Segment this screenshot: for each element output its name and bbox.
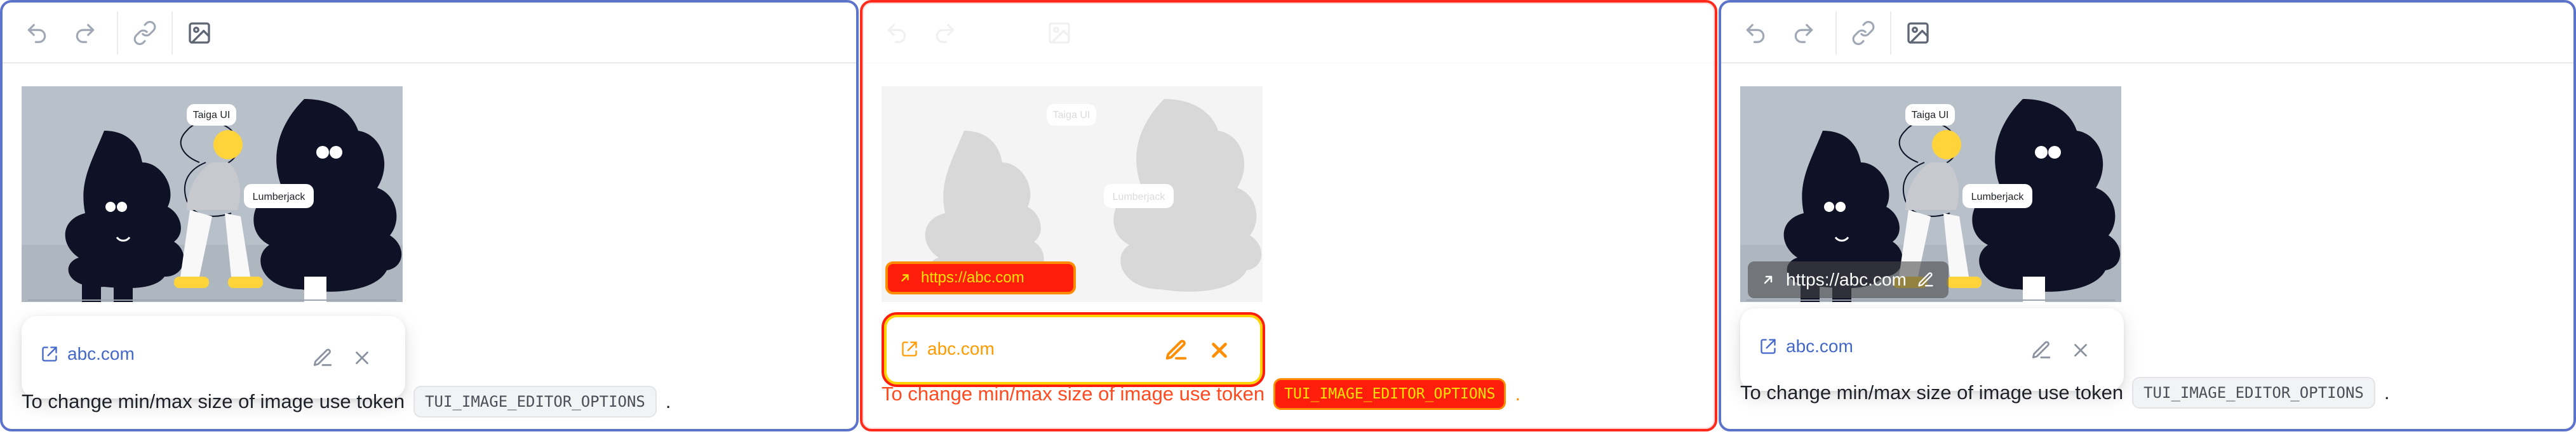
close-icon (1212, 343, 1227, 358)
image-label-lumberjack: Lumberjack (1971, 192, 2025, 202)
code-token: TUI_IMAGE_EDITOR_OPTIONS (1273, 378, 1506, 410)
link-icon (133, 21, 156, 45)
redo-button[interactable] (67, 15, 103, 51)
undo-icon (887, 23, 906, 43)
chip-url: https://abc.com (1786, 270, 1907, 289)
code-token: TUI_IMAGE_EDITOR_OPTIONS (413, 386, 657, 418)
link-button[interactable] (1846, 15, 1881, 51)
image-label-taiga: Taiga UI (1912, 110, 1949, 121)
paragraph-period: . (665, 390, 671, 412)
undo-icon (27, 23, 46, 43)
external-link-icon (902, 341, 917, 357)
paragraph-text: To change min/max size of image use toke… (22, 390, 405, 412)
pencil-icon (313, 348, 332, 366)
image-icon (1049, 22, 1070, 44)
image-button[interactable] (1900, 15, 1936, 51)
content-paragraph[interactable]: To change min/max size of image use toke… (22, 386, 671, 418)
arrow-up-right-icon (1764, 275, 1773, 284)
link-in-popover[interactable]: abc.com (41, 344, 135, 364)
external-link-icon (42, 346, 57, 362)
undo-button[interactable] (19, 15, 55, 51)
editor-panel-right[interactable]: Taiga UI Lumberjack https://abc.com abc.… (1719, 0, 2576, 431)
image-button[interactable] (1042, 15, 1077, 51)
illustration-svg: Taiga UI Lumberjack (22, 86, 403, 302)
edit-link-button[interactable] (2025, 334, 2058, 367)
remove-link-button[interactable] (345, 341, 379, 374)
toolbar-divider (1890, 11, 1891, 55)
link-text: abc.com (1786, 336, 1853, 356)
toolbar-divider (117, 11, 118, 55)
image-label-taiga: Taiga UI (1053, 110, 1090, 121)
paragraph-period: . (1515, 383, 1521, 405)
close-icon (356, 352, 368, 364)
link-icon (1852, 21, 1875, 45)
image-icon (189, 22, 210, 44)
link-in-popover[interactable]: abc.com (1759, 336, 1853, 357)
link-text: abc.com (927, 339, 995, 358)
edit-link-button[interactable] (306, 341, 339, 374)
image-label-taiga: Taiga UI (193, 110, 231, 121)
illustration-image[interactable]: Taiga UI Lumberjack (22, 86, 403, 302)
screenshot-stage: Taiga UI Lumberjack abc.com To change mi… (0, 0, 2576, 434)
undo-button[interactable] (879, 15, 915, 51)
editor-toolbar-ghost (862, 3, 1715, 63)
redo-button[interactable] (927, 15, 963, 51)
pencil-icon (2032, 341, 2051, 358)
toolbar-divider (1835, 11, 1837, 55)
pencil-icon (1165, 339, 1187, 360)
undo-icon (1746, 23, 1765, 43)
paragraph-text: To change min/max size of image use toke… (882, 383, 1265, 405)
remove-link-button[interactable] (2064, 334, 2097, 367)
image-icon (1907, 22, 1929, 44)
arrow-up-right-icon (901, 274, 909, 282)
content-paragraph[interactable]: To change min/max size of image use toke… (882, 378, 1520, 410)
image-button[interactable] (182, 15, 217, 51)
close-icon (2074, 344, 2087, 357)
image-link-chip[interactable]: https://abc.com (1748, 261, 1949, 298)
paragraph-text: To change min/max size of image use toke… (1740, 381, 2124, 404)
link-in-popover[interactable]: abc.com (901, 339, 995, 359)
remove-link-button[interactable] (1203, 334, 1236, 367)
chip-url: https://abc.com (921, 269, 1024, 286)
external-link-icon (1761, 339, 1776, 354)
code-token: TUI_IMAGE_EDITOR_OPTIONS (2132, 377, 2375, 409)
content-paragraph[interactable]: To change min/max size of image use toke… (1740, 377, 2390, 409)
edit-link-button[interactable] (1160, 334, 1193, 367)
editor-panel-middle[interactable]: Taiga UI Lumberjack https://abc.com abc.… (860, 0, 1717, 431)
image-label-lumberjack: Lumberjack (253, 192, 306, 202)
editor-toolbar (3, 3, 856, 63)
redo-button[interactable] (1786, 15, 1821, 51)
editor-panel-left[interactable]: Taiga UI Lumberjack abc.com To change mi… (0, 0, 859, 431)
link-button[interactable] (127, 15, 163, 51)
redo-icon (936, 23, 955, 43)
toolbar-divider (171, 11, 173, 55)
link-text: abc.com (67, 344, 135, 364)
image-link-chip-diff[interactable]: https://abc.com (885, 261, 1076, 294)
paragraph-period: . (2384, 381, 2390, 404)
redo-icon (1794, 23, 1813, 43)
image-label-lumberjack: Lumberjack (1113, 192, 1166, 202)
editor-toolbar (1721, 3, 2573, 63)
link-popover-diff: abc.com (882, 312, 1265, 387)
undo-button[interactable] (1738, 15, 1773, 51)
pencil-icon[interactable] (1917, 271, 1935, 289)
redo-icon (76, 23, 95, 43)
